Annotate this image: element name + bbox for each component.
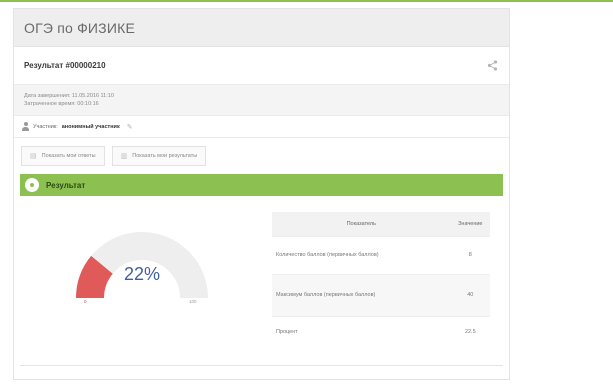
table-row: Процент 22.5 xyxy=(272,315,490,348)
table-row: Количество баллов (первичных баллов) 8 xyxy=(272,235,490,274)
show-answers-label: Показать мои ответы xyxy=(41,153,96,159)
table-cell-value: 40 xyxy=(450,273,490,316)
score-gauge: 22% 0 100 xyxy=(76,226,208,306)
list-icon: ▤ xyxy=(30,153,37,160)
participant-name: анонимный участник xyxy=(61,123,120,130)
result-badge-icon xyxy=(23,176,41,194)
result-meta: Дата завершения: 11.05.2016 11:10 Затрач… xyxy=(14,85,509,116)
bar-chart-icon: ▥ xyxy=(120,153,128,160)
time-spent: Затраченное время: 00:10:16 xyxy=(24,101,99,107)
result-title: Результат #00000210 xyxy=(24,61,106,70)
gauge-value: 22% xyxy=(123,264,161,284)
table-header-indicator: Показатель xyxy=(272,212,451,236)
result-section-label: Результат xyxy=(46,180,86,190)
result-content: 22% 0 100 Показатель Значение Количество… xyxy=(14,196,509,374)
table-row: Максимум баллов (первичных баллов) 40 xyxy=(272,273,490,316)
show-answers-button[interactable]: ▤ Показать мои ответы xyxy=(21,146,105,166)
gauge-max-label: 100 xyxy=(189,299,197,304)
show-results-button[interactable]: ▥ Показать мои результаты xyxy=(111,146,207,166)
page-title: ОГЭ по ФИЗИКЕ xyxy=(24,19,135,36)
result-section-bar: Результат xyxy=(20,174,503,196)
table-cell-label: Количество баллов (первичных баллов) xyxy=(272,235,451,274)
table-cell-label: Максимум баллов (первичных баллов) xyxy=(272,273,451,316)
result-card: ОГЭ по ФИЗИКЕ Результат #00000210 Дата з… xyxy=(13,8,510,380)
completion-date: Дата завершения: 11.05.2016 11:10 xyxy=(24,93,114,99)
top-accent-line xyxy=(0,0,613,2)
divider xyxy=(20,365,503,366)
table-cell-label: Процент xyxy=(272,315,451,348)
gauge-min-label: 0 xyxy=(84,299,87,304)
pencil-icon[interactable]: ✎ xyxy=(127,123,133,131)
page-header: ОГЭ по ФИЗИКЕ xyxy=(14,9,509,47)
result-header: Результат #00000210 xyxy=(14,47,509,85)
participant-label: Участник: xyxy=(33,123,58,130)
user-icon xyxy=(22,122,29,131)
results-table: Показатель Значение Количество баллов (п… xyxy=(272,212,490,348)
participant-row: Участник: анонимный участник ✎ xyxy=(14,116,509,138)
share-icon-glyph xyxy=(487,60,497,71)
actions-row: ▤ Показать мои ответы ▥ Показать мои рез… xyxy=(14,138,509,174)
share-icon[interactable] xyxy=(485,59,499,73)
table-cell-value: 8 xyxy=(450,235,490,274)
table-cell-value: 22.5 xyxy=(450,315,490,348)
show-results-label: Показать мои результаты xyxy=(132,153,198,159)
table-header-row: Показатель Значение xyxy=(272,212,490,236)
table-header-value: Значение xyxy=(450,212,490,236)
